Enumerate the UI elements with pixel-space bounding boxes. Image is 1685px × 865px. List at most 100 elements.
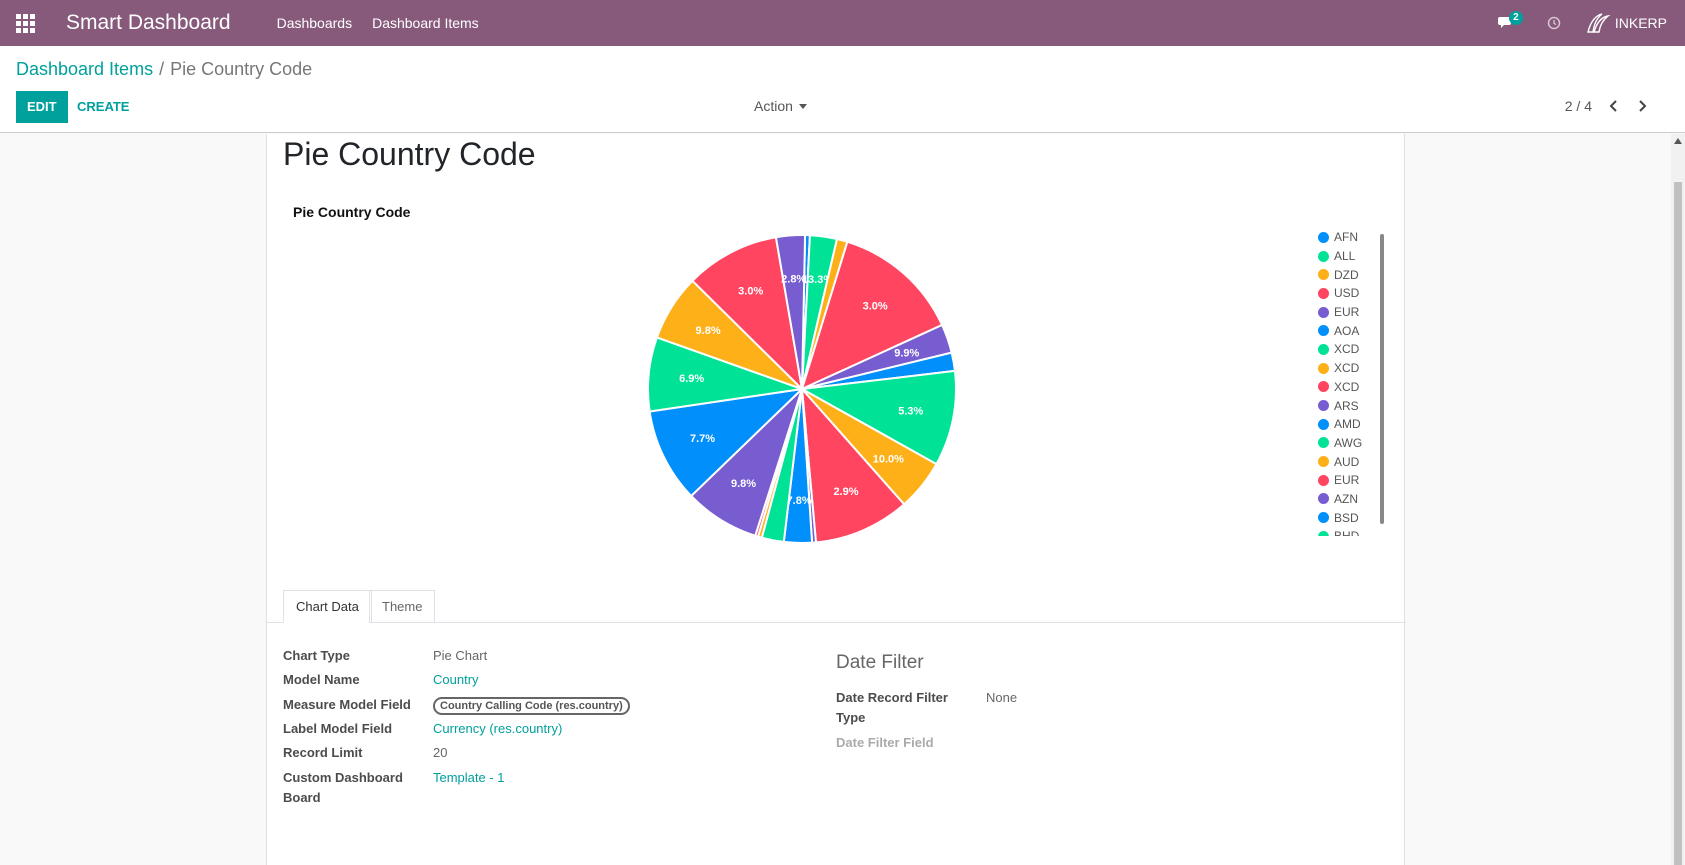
page-scrollbar[interactable] [1671,134,1685,865]
measure-field-tag[interactable]: Country Calling Code (res.country) [433,697,630,715]
apps-menu-button[interactable] [0,0,50,46]
legend-item[interactable]: XCD [1318,378,1398,397]
field-label: Label Model Field [283,721,393,736]
legend-marker [1318,306,1329,318]
legend-label: BHD [1334,529,1359,536]
tab-theme[interactable]: Theme [369,590,436,623]
legend-label: BSD [1334,510,1359,525]
legend-label: AWG [1334,435,1363,450]
legend-marker [1318,231,1329,243]
pager-previous-button[interactable] [1605,96,1623,116]
chevron-right-icon [1639,100,1647,112]
legend-marker [1318,343,1329,355]
legend-marker [1318,474,1329,486]
legend-item[interactable]: XCD [1318,359,1398,378]
legend-label: AZN [1334,491,1358,506]
date-filter-group: Date Filter Date Record Filter Type None… [836,652,1017,750]
pie-data-label: 9.8% [731,478,756,490]
legend-marker [1318,418,1329,430]
action-dropdown[interactable]: Action [754,98,807,114]
messaging-button[interactable]: 2 [1491,0,1523,46]
legend-label: XCD [1334,379,1360,394]
pie-data-label: 2.8% [781,273,806,285]
legend-label: XCD [1334,342,1360,357]
legend-marker [1318,530,1329,536]
legend-item[interactable]: XCD [1318,340,1398,359]
pie-data-label: 3.0% [863,301,888,313]
action-dropdown-label: Action [754,98,793,114]
field-value-wrap: Country Calling Code (res.country) [433,695,630,715]
legend-item[interactable]: BSD [1318,508,1398,527]
field-value: 20 [433,745,448,760]
legend-label: ALL [1334,249,1356,264]
legend-item[interactable]: ALL [1318,247,1398,266]
menu-dashboards[interactable]: Dashboards [277,15,353,31]
edit-button[interactable]: EDIT [16,91,68,123]
chevron-left-icon [1609,100,1617,112]
breadcrumb-parent-link[interactable]: Dashboard Items [16,59,153,79]
date-record-filter-type-label: Date Record Filter Type [836,690,948,725]
breadcrumb: Dashboard Items / Pie Country Code [16,59,312,80]
legend-marker [1318,362,1329,374]
pie-data-label: 5.3% [898,406,923,418]
chat-count-badge: 2 [1508,11,1523,25]
legend-item[interactable]: EUR [1318,303,1398,322]
legend-item[interactable]: AUD [1318,452,1398,471]
pager-next-button[interactable] [1633,96,1651,116]
legend-item[interactable]: USD [1318,284,1398,303]
legend-marker [1318,493,1329,505]
field-label: Measure Model Field [283,697,411,712]
legend-label: EUR [1334,473,1360,488]
user-menu[interactable]: INKERP [1585,12,1667,34]
menu-dashboard-items[interactable]: Dashboard Items [372,15,479,31]
clock-icon [1547,16,1561,30]
label-field-link[interactable]: Currency (res.country) [433,719,562,739]
tab-chart-data[interactable]: Chart Data [283,590,372,623]
legend-label: AOA [1334,323,1360,338]
pager-value[interactable]: 2 / 4 [1565,98,1592,114]
field-label: Record Limit [283,745,363,760]
legend-item[interactable]: AZN [1318,490,1398,509]
scroll-up-arrow-icon[interactable] [1674,138,1682,144]
legend-item[interactable]: BHD [1318,527,1398,536]
notebook-tabs: Chart Data Theme [267,590,1406,623]
legend-label: DZD [1334,267,1359,282]
company-name: INKERP [1614,15,1667,31]
legend-label: ARS [1334,398,1359,413]
scrollbar-thumb[interactable] [1674,182,1682,865]
breadcrumb-separator: / [159,59,165,79]
date-filter-field-label: Date Filter Field [836,735,934,750]
legend-item[interactable]: AWG [1318,434,1398,453]
legend-label: XCD [1334,361,1360,376]
app-brand[interactable]: Smart Dashboard [66,11,231,35]
create-button[interactable]: CREATE [77,91,129,123]
legend-marker [1318,287,1329,299]
legend-label: AUD [1334,454,1360,469]
breadcrumb-current: Pie Country Code [170,59,313,79]
model-name-link[interactable]: Country [433,670,479,690]
pie-data-label: 7.7% [690,433,715,445]
legend-scrollbar[interactable] [1379,234,1385,524]
date-record-filter-type-value: None [986,690,1018,705]
legend-item[interactable]: EUR [1318,471,1398,490]
chart-legend: AFN ALL DZD USD EUR AOA XCD XCD XCD ARS AMD AWG AUD E… [1318,228,1398,536]
pie-data-label: 3.0% [738,286,763,298]
form-view: Pie Country Code Pie Country Code 13.3% 3… [0,134,1685,865]
legend-item[interactable]: ARS [1318,396,1398,415]
pie-data-label: 6.9% [679,373,704,385]
field-label: Model Name [283,672,360,687]
activity-button[interactable] [1539,0,1569,46]
legend-marker [1318,437,1329,449]
form-sheet: Pie Country Code Pie Country Code 13.3% 3… [266,134,1406,865]
legend-item[interactable]: DZD [1318,265,1398,284]
legend-label: USD [1334,286,1360,301]
chart-title: Pie Country Code [293,204,411,220]
legend-marker [1318,512,1329,524]
legend-item[interactable]: AMD [1318,415,1398,434]
legend-label: EUR [1334,305,1360,320]
pie-data-label: 2.9% [833,486,858,498]
pie-data-label: 9.8% [696,325,721,337]
custom-board-link[interactable]: Template - 1 [433,768,505,788]
legend-item[interactable]: AOA [1318,321,1398,340]
legend-item[interactable]: AFN [1318,228,1398,247]
